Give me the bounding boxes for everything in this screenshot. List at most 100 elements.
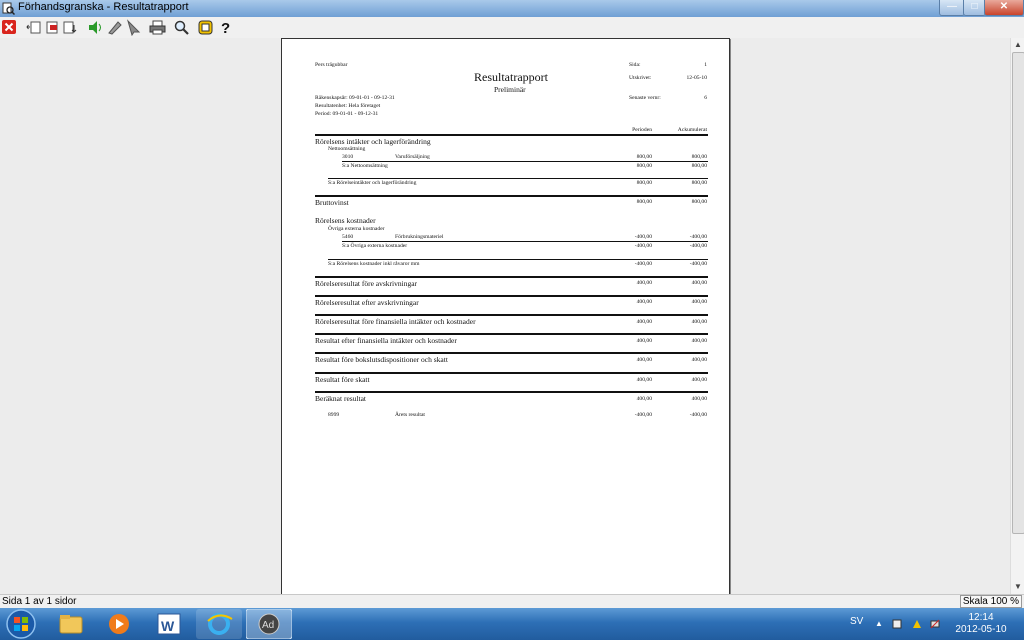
svg-text:W: W: [161, 618, 175, 634]
divider: [328, 259, 708, 260]
taskbar: W Ad SV ▲ 12:14 2012-05-10: [0, 608, 1024, 640]
total-row-accumulated: 400,00: [691, 396, 707, 402]
total-row-label: Resultat efter finansiella intäkter och …: [315, 336, 457, 345]
total-row-accumulated: 400,00: [691, 357, 707, 363]
svg-text:Ad: Ad: [262, 620, 274, 631]
section-costs-title: Rörelsens kostnader: [315, 216, 376, 225]
total-row-label: Resultat före skatt: [315, 375, 370, 384]
fiscal-year: Räkenskapsår: 09-01-01 - 09-12-31: [315, 95, 395, 101]
printed-label: Utskrivet:: [629, 75, 652, 81]
tray-expand-icon[interactable]: ▲: [875, 619, 885, 629]
divider: [315, 372, 708, 374]
report-title: Resultatrapport: [474, 70, 548, 84]
total-row-accumulated: 400,00: [691, 319, 707, 325]
sum-income-accumulated: 800,00: [691, 180, 707, 186]
total-row-period: 400,00: [636, 396, 652, 402]
clock[interactable]: 12:14 2012-05-10: [950, 612, 1012, 636]
help-icon[interactable]: ?: [217, 19, 234, 36]
clock-date: 2012-05-10: [955, 624, 1007, 635]
voucher-label: Senaste vernr:: [629, 95, 661, 101]
language-indicator[interactable]: SV: [850, 616, 863, 627]
divider: [342, 241, 708, 242]
sum-costs-accumulated: -400,00: [689, 261, 707, 267]
sum-other-costs: S:a Övriga externa kostnader: [342, 243, 408, 249]
notification-icon[interactable]: [912, 619, 922, 629]
total-row-period: 400,00: [636, 319, 652, 325]
total-row-period: 400,00: [636, 280, 652, 286]
total-row-label: Beräknat resultat: [315, 394, 367, 403]
sum-net-sales-accumulated: 800,00: [691, 163, 707, 169]
vertical-scrollbar[interactable]: ▲ ▼: [1010, 38, 1024, 594]
scroll-down-icon[interactable]: ▼: [1014, 582, 1022, 591]
device-icon[interactable]: [892, 619, 902, 629]
total-row-accumulated: 400,00: [691, 338, 707, 344]
section-income-title: Rörelsens intäkter och lagerförändring: [315, 137, 431, 146]
account-period-value: 800,00: [636, 154, 652, 160]
gross-profit-accumulated: 800,00: [691, 199, 707, 205]
active-app-icon[interactable]: Ad: [246, 609, 292, 639]
sum-other-costs-accumulated: -400,00: [689, 243, 707, 249]
print-icon[interactable]: [149, 19, 166, 36]
total-row-period: 400,00: [636, 338, 652, 344]
scroll-up-icon[interactable]: ▲: [1014, 40, 1022, 49]
sum-net-sales: S:a Nettoomsättning: [342, 163, 388, 169]
divider: [315, 352, 708, 354]
total-row-accumulated: 400,00: [691, 299, 707, 305]
media-player-icon[interactable]: [96, 609, 142, 639]
report-page: Pers trägubbar Resultatrapport Preliminä…: [281, 38, 730, 600]
company-name: Pers trägubbar: [315, 62, 348, 68]
total-row-period: 400,00: [636, 299, 652, 305]
delete-page-icon[interactable]: [44, 19, 61, 36]
scrollbar-thumb[interactable]: [1012, 52, 1024, 534]
title-bar: Förhandsgranska - Resultatrapport — □ ✕: [0, 0, 1024, 17]
total-row-label: Rörelseresultat före finansiella intäkte…: [315, 317, 476, 326]
word-icon[interactable]: W: [146, 609, 192, 639]
divider: [315, 195, 708, 197]
network-icon[interactable]: [930, 619, 940, 629]
col-accumulated-header: Ackumulerat: [677, 127, 707, 133]
status-bar: Sida 1 av 1 sidor Skala 100 %: [0, 594, 1024, 609]
divider: [315, 333, 708, 335]
account-number: 8999: [328, 412, 340, 418]
account-number: 3010: [342, 154, 354, 160]
close-icon[interactable]: [1, 19, 18, 36]
report-subtitle: Preliminär: [494, 85, 526, 94]
export-icon[interactable]: [62, 19, 79, 36]
svg-text:?: ?: [221, 20, 230, 36]
voucher-value: 6: [704, 95, 707, 101]
sum-costs: S:a Rörelsens kostnader inkl råvaror mm: [328, 261, 420, 267]
maximize-button[interactable]: □: [963, 0, 986, 16]
pointer-icon[interactable]: [125, 19, 142, 36]
total-row-label: Resultat före bokslutsdispositioner och …: [315, 355, 448, 364]
explorer-icon[interactable]: [48, 609, 94, 639]
warning-icon[interactable]: [197, 19, 214, 36]
total-row-period: 400,00: [636, 357, 652, 363]
divider: [315, 295, 708, 297]
close-window-button[interactable]: ✕: [984, 0, 1024, 16]
pen-icon[interactable]: [106, 19, 123, 36]
sum-net-sales-period: 800,00: [636, 163, 652, 169]
clock-time: 12:14: [968, 612, 994, 623]
first-page-icon[interactable]: [26, 19, 43, 36]
divider: [328, 178, 708, 179]
window-title: Förhandsgranska - Resultatrapport: [18, 1, 189, 13]
zoom-icon[interactable]: [173, 19, 190, 36]
divider: [315, 314, 708, 316]
internet-explorer-icon[interactable]: [196, 609, 242, 639]
sum-income-period: 800,00: [636, 180, 652, 186]
account-name: Varuförsäljning: [395, 154, 430, 160]
total-row-label: Rörelseresultat efter avskrivningar: [315, 298, 419, 307]
account-name: Förbrukningsmateriel: [395, 234, 444, 240]
header-divider: [315, 134, 708, 136]
total-row-accumulated: 400,00: [691, 377, 707, 383]
divider: [315, 276, 708, 278]
gross-profit-label: Bruttovinst: [315, 198, 349, 207]
divider: [315, 391, 708, 393]
speaker-icon[interactable]: [87, 19, 104, 36]
col-period-header: Perioden: [632, 127, 652, 133]
start-button[interactable]: [4, 608, 38, 640]
minimize-button[interactable]: —: [939, 0, 965, 16]
account-accumulated-value: -400,00: [689, 234, 707, 240]
period: Period: 09-01-01 - 09-12-31: [315, 111, 379, 117]
sum-income: S:a Rörelseintäkter och lagerförändring: [328, 180, 417, 186]
